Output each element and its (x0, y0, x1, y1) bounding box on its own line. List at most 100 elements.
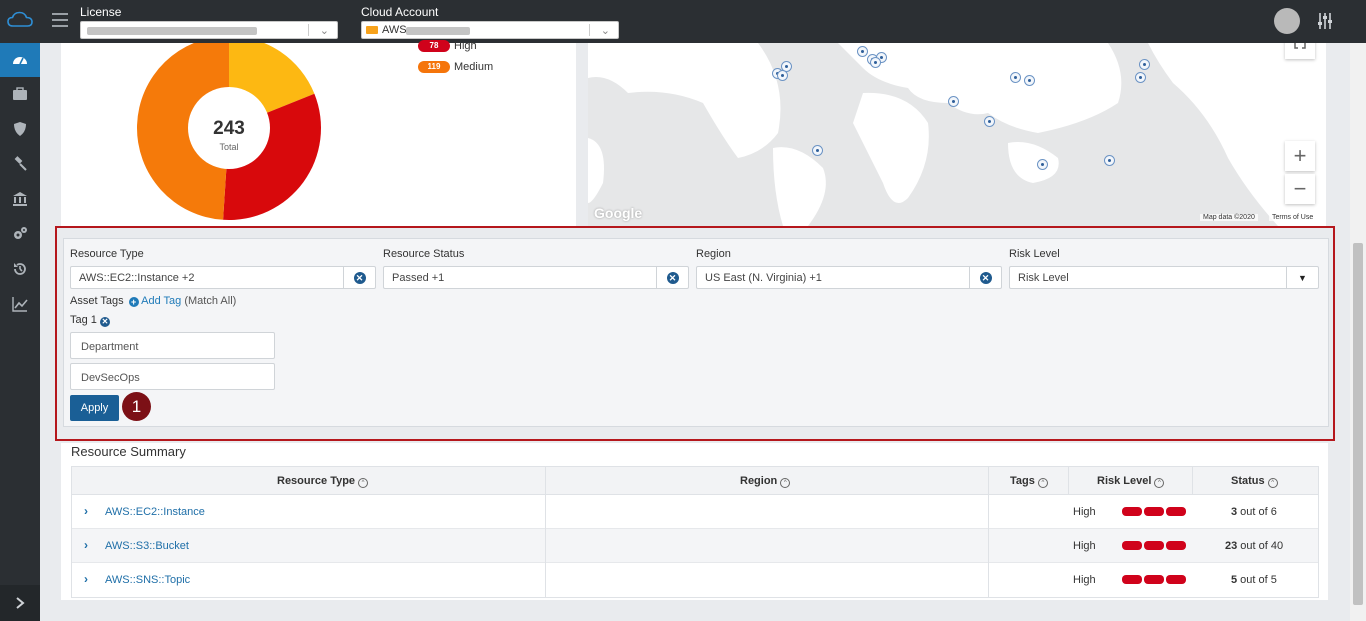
resource-type-link[interactable]: AWS::SNS::Topic (105, 574, 190, 586)
license-select[interactable]: ⌄ (80, 21, 338, 39)
sort-icon: ^ (780, 478, 791, 488)
fullscreen-button[interactable] (1285, 43, 1315, 59)
cloud-account-value: AWS (382, 24, 407, 36)
sidebar-item-history[interactable] (0, 252, 40, 286)
map-region-marker[interactable] (948, 96, 959, 107)
remove-tag-icon[interactable]: ✕ (99, 317, 110, 327)
sidebar-item-reports[interactable] (0, 287, 40, 321)
resource-summary-table: Resource Type ^ Region ^ Tags ^ Risk Level ^… (71, 466, 1319, 598)
column-header-status[interactable]: Status ^ (1231, 475, 1278, 488)
expand-row-icon[interactable]: › (84, 572, 88, 586)
settings-sliders-icon[interactable] (1316, 12, 1334, 30)
risk-level-bars (1122, 575, 1186, 584)
resource-type-value: AWS::EC2::Instance +2 (79, 272, 195, 284)
avatar[interactable] (1274, 8, 1300, 34)
table-row[interactable]: › AWS::SNS::Topic High 5 out of 5 (72, 563, 1318, 597)
table-row[interactable]: › AWS::EC2::Instance High 3 out of 6 (72, 495, 1318, 529)
column-header-risk-level[interactable]: Risk Level ^ (1097, 475, 1165, 488)
table-row[interactable]: › AWS::S3::Bucket High 23 out of 40 (72, 529, 1318, 563)
world-map-landmass (588, 43, 1326, 226)
map-region-marker[interactable] (1139, 59, 1150, 70)
resource-status-value: Passed +1 (392, 272, 445, 284)
close-icon: ✕ (353, 271, 366, 284)
map-region-marker[interactable] (1010, 72, 1021, 83)
sidebar-item-compliance[interactable] (0, 182, 40, 216)
sidebar-item-security[interactable] (0, 112, 40, 146)
menu-toggle-icon[interactable] (52, 13, 68, 27)
gavel-icon (14, 156, 27, 171)
scrollbar-thumb[interactable] (1353, 243, 1363, 605)
sidebar-item-rules[interactable] (0, 147, 40, 181)
resource-type-select[interactable]: AWS::EC2::Instance +2 ✕ (70, 266, 376, 289)
region-clear-button[interactable]: ✕ (969, 267, 1001, 288)
history-icon (14, 263, 26, 275)
legend-item-high[interactable]: 78 High (418, 40, 477, 52)
region-map[interactable]: Google Map data ©2020 Terms of Use + − (588, 43, 1326, 226)
risk-level-text: High (1073, 574, 1096, 586)
map-terms-link[interactable]: Terms of Use (1269, 214, 1317, 221)
map-region-marker[interactable] (857, 46, 868, 57)
status-value: 23 out of 40 (1225, 540, 1284, 552)
expand-row-icon[interactable]: › (84, 538, 88, 552)
filter-panel: Resource Type AWS::EC2::Instance +2 ✕ Re… (63, 238, 1329, 427)
sidebar-expand-button[interactable] (0, 585, 40, 621)
resource-summary-card: Resource Type ^ Region ^ Tags ^ Risk Level ^… (61, 443, 1328, 600)
tag-value-input[interactable]: DevSecOps (70, 363, 275, 390)
close-icon: ✕ (666, 271, 679, 284)
chevron-right-icon (16, 597, 25, 609)
add-tag-link[interactable]: Add Tag (141, 295, 181, 307)
license-label: License (80, 5, 122, 19)
map-region-marker[interactable] (1024, 75, 1035, 86)
zoom-out-button[interactable]: − (1285, 174, 1315, 204)
filter-panel-highlight: Resource Type AWS::EC2::Instance +2 ✕ Re… (55, 226, 1335, 441)
map-region-marker[interactable] (777, 70, 788, 81)
column-header-tags[interactable]: Tags ^ (1010, 475, 1048, 488)
column-header-region[interactable]: Region ^ (740, 475, 791, 488)
map-region-marker[interactable] (1135, 72, 1146, 83)
risk-donut-card: 243 Total 78 High 119 Medium (61, 40, 576, 226)
map-region-marker[interactable] (984, 116, 995, 127)
map-region-marker[interactable] (870, 57, 881, 68)
resource-status-select[interactable]: Passed +1 ✕ (383, 266, 689, 289)
region-select[interactable]: US East (N. Virginia) +1 ✕ (696, 266, 1002, 289)
risk-level-text: High (1073, 506, 1096, 518)
map-region-marker[interactable] (1104, 155, 1115, 166)
page-scrollbar[interactable] (1350, 43, 1366, 621)
tag-value-value: DevSecOps (81, 372, 140, 384)
legend-item-medium[interactable]: 119 Medium (418, 61, 493, 73)
map-region-marker[interactable] (1037, 159, 1048, 170)
tag-key-value: Department (81, 341, 139, 353)
zoom-in-button[interactable]: + (1285, 141, 1315, 171)
apply-button[interactable]: Apply (70, 395, 119, 421)
column-header-resource-type[interactable]: Resource Type ^ (277, 475, 369, 488)
gears-icon (14, 227, 27, 239)
resource-status-clear-button[interactable]: ✕ (656, 267, 688, 288)
add-tag-icon[interactable]: + (128, 297, 139, 307)
sidebar-item-dashboard[interactable] (0, 43, 40, 77)
risk-level-bars (1122, 507, 1186, 516)
tag-key-input[interactable]: Department (70, 332, 275, 359)
risk-level-label: Risk Level (1009, 248, 1060, 260)
cloud-account-select[interactable]: AWS ⌄ (361, 21, 619, 39)
sidebar-item-inventory[interactable] (0, 77, 40, 111)
fullscreen-icon (1294, 43, 1306, 49)
sort-icon: ^ (1267, 478, 1278, 488)
risk-level-text: High (1073, 540, 1096, 552)
cloud-logo-icon[interactable] (6, 10, 36, 30)
risk-level-select[interactable]: Risk Level ▼ (1009, 266, 1319, 289)
resource-type-link[interactable]: AWS::EC2::Instance (105, 506, 205, 518)
resource-type-link[interactable]: AWS::S3::Bucket (105, 540, 189, 552)
sidebar-item-settings[interactable] (0, 217, 40, 251)
map-region-marker[interactable] (812, 145, 823, 156)
sort-icon: ^ (1037, 478, 1048, 488)
resource-status-label: Resource Status (383, 248, 465, 260)
legend-count-high: 78 (418, 40, 450, 52)
expand-row-icon[interactable]: › (84, 504, 88, 518)
caret-down-icon[interactable]: ▼ (1286, 267, 1318, 288)
tag1-row: Tag 1 ✕ (70, 314, 110, 327)
donut-total-label: Total (219, 142, 239, 152)
shield-icon (14, 122, 26, 136)
asset-tags-label: Asset Tags (70, 295, 124, 307)
resource-type-clear-button[interactable]: ✕ (343, 267, 375, 288)
risk-donut-chart (137, 43, 321, 220)
